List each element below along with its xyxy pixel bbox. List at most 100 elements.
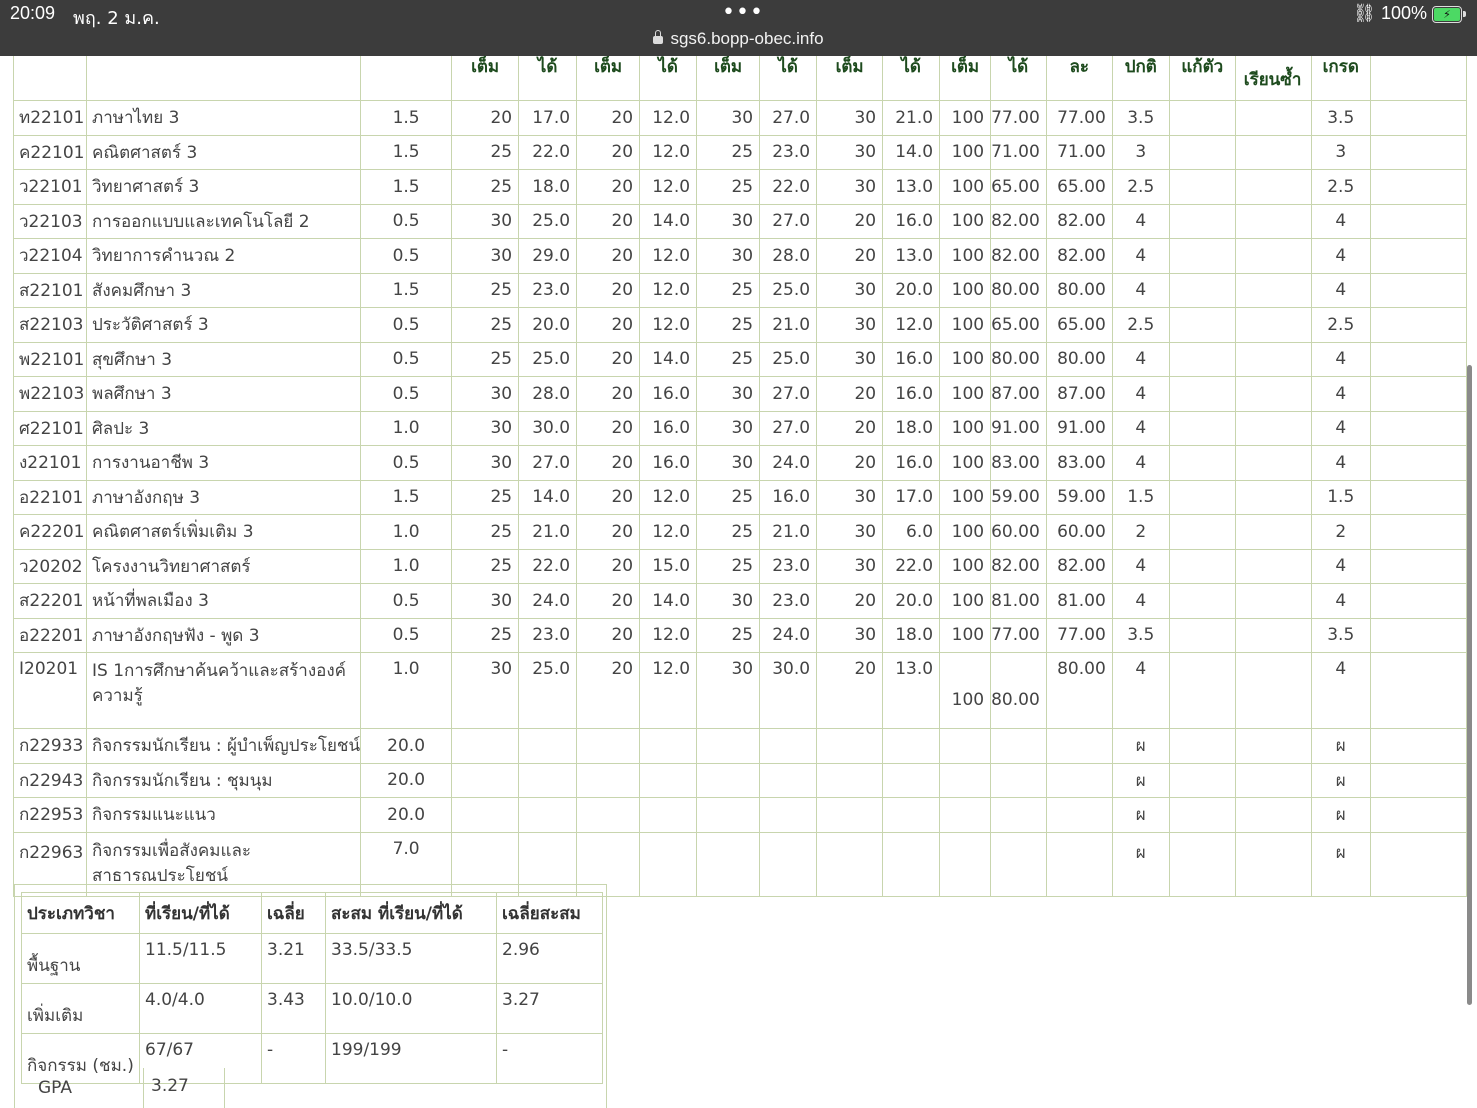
grades-header-cell	[13, 56, 87, 101]
score-cell: 18.0	[882, 410, 941, 446]
grade-cell	[1369, 445, 1467, 481]
address-bar[interactable]: sgs6.bopp-obec.info	[0, 29, 1477, 49]
grade-cell	[1234, 410, 1312, 446]
score-cell	[882, 762, 941, 798]
grade-cell: 4	[1310, 203, 1371, 239]
grade-cell: 1.5	[1310, 479, 1371, 515]
grade-cell: 3.5	[1310, 617, 1371, 653]
grade-cell	[1369, 548, 1467, 584]
subject-name: วิทยาศาสตร์ 3	[85, 169, 362, 205]
grade-cell	[1168, 548, 1236, 584]
score-cell: 6.0	[882, 514, 941, 550]
summary-header-cell: ประเภทวิชา	[21, 892, 140, 934]
score-cell: 25	[451, 307, 520, 343]
summary-value: 4.0/4.0	[139, 983, 262, 1034]
score-cell: 30	[451, 238, 520, 274]
grade-row: ว20202 โครงงานวิทยาศาสตร์ 1.0 25 22.0 20 15.0 2…	[13, 548, 1467, 584]
score-cell	[816, 762, 884, 798]
score-cell: 20	[576, 272, 641, 308]
score-cell: 91.00	[990, 410, 1047, 446]
score-cell	[1045, 762, 1113, 798]
grade-cell: 4	[1310, 652, 1371, 729]
score-cell	[639, 762, 698, 798]
score-cell: 16.0	[639, 376, 698, 412]
score-cell: 80.00	[1045, 652, 1113, 729]
grade-cell: ผ	[1111, 797, 1170, 833]
score-cell: 30	[696, 376, 761, 412]
score-cell	[576, 797, 641, 833]
grade-cell: 2	[1111, 514, 1170, 550]
summary-value: -	[496, 1033, 603, 1084]
score-cell	[882, 831, 941, 897]
grade-cell: 2.5	[1310, 307, 1371, 343]
subject-code: ว22104	[13, 238, 87, 274]
subject-code: พ22103	[13, 376, 87, 412]
grade-cell: 4	[1111, 652, 1170, 729]
lock-icon	[653, 30, 664, 44]
score-cell: 30	[451, 410, 520, 446]
score-cell: 100	[939, 203, 992, 239]
score-cell: 83.00	[990, 445, 1047, 481]
grade-row: ส22101 สังคมศึกษา 3 1.5 25 23.0 20 12.0 25 25.0 3…	[13, 272, 1467, 308]
grade-cell: 4	[1310, 376, 1371, 412]
grade-cell	[1234, 514, 1312, 550]
score-cell: 25	[696, 514, 761, 550]
summary-header-cell: เฉลี่ยสะสม	[496, 892, 603, 934]
summary-value: 3.43	[261, 983, 326, 1034]
score-cell: 30	[696, 583, 761, 619]
subject-name: ศิลปะ 3	[85, 410, 362, 446]
score-cell: 20	[816, 583, 884, 619]
grades-header-cell	[85, 56, 362, 101]
grades-header-cell: ได้	[882, 56, 941, 101]
score-cell: 100	[939, 134, 992, 170]
grade-cell	[1168, 307, 1236, 343]
grade-cell: 3.5	[1111, 617, 1170, 653]
grade-cell	[1234, 100, 1312, 136]
score-cell: 20	[576, 100, 641, 136]
grade-cell	[1234, 376, 1312, 412]
summary-value: 2.96	[496, 933, 603, 984]
score-cell: 12.0	[639, 134, 698, 170]
grade-cell: 3.5	[1111, 100, 1170, 136]
score-cell: 25	[696, 548, 761, 584]
grade-row: I20201 IS 1การศึกษาค้นคว้าและสร้างองค์ควา…	[13, 652, 1467, 729]
page-content[interactable]: เต็ม ได้ เต็ม ได้ เต็ม ได้ เต็ม ได้ เต็ม ได้ ละ ปกต…	[0, 56, 1477, 1108]
credit-cell: 0.5	[360, 617, 453, 653]
summary-value: -	[261, 1033, 326, 1084]
score-cell: 25.0	[518, 341, 578, 377]
score-cell: 27.0	[759, 376, 818, 412]
score-cell: 100	[939, 341, 992, 377]
score-cell	[576, 728, 641, 764]
grade-cell: 4	[1111, 548, 1170, 584]
score-cell: 20	[576, 169, 641, 205]
grade-cell	[1168, 652, 1236, 729]
grade-cell: 3	[1310, 134, 1371, 170]
grade-cell	[1369, 762, 1467, 798]
subject-code: ว22103	[13, 203, 87, 239]
score-cell: 82.00	[1045, 238, 1113, 274]
credit-cell: 1.5	[360, 272, 453, 308]
credit-cell: 1.0	[360, 652, 453, 729]
grade-cell: 4	[1111, 376, 1170, 412]
score-cell	[939, 728, 992, 764]
grades-header-cell: ได้	[518, 56, 578, 101]
score-cell: 100	[939, 238, 992, 274]
subject-name: วิทยาการคำนวณ 2	[85, 238, 362, 274]
subject-code: ศ22101	[13, 410, 87, 446]
score-cell: 23.0	[759, 548, 818, 584]
score-cell: 20	[576, 307, 641, 343]
grade-cell	[1369, 307, 1467, 343]
score-cell: 20	[576, 410, 641, 446]
grade-cell: 4	[1310, 238, 1371, 274]
score-cell: 20	[451, 100, 520, 136]
score-cell	[639, 831, 698, 897]
subject-name: การงานอาชีพ 3	[85, 445, 362, 481]
score-cell: 20	[576, 617, 641, 653]
score-cell: 12.0	[639, 652, 698, 729]
score-cell: 87.00	[1045, 376, 1113, 412]
subject-code: ว22101	[13, 169, 87, 205]
score-cell: 30	[696, 445, 761, 481]
multitask-dots-icon[interactable]: •••	[722, 0, 764, 25]
vertical-scrollbar[interactable]	[1467, 365, 1472, 1005]
score-cell	[451, 728, 520, 764]
